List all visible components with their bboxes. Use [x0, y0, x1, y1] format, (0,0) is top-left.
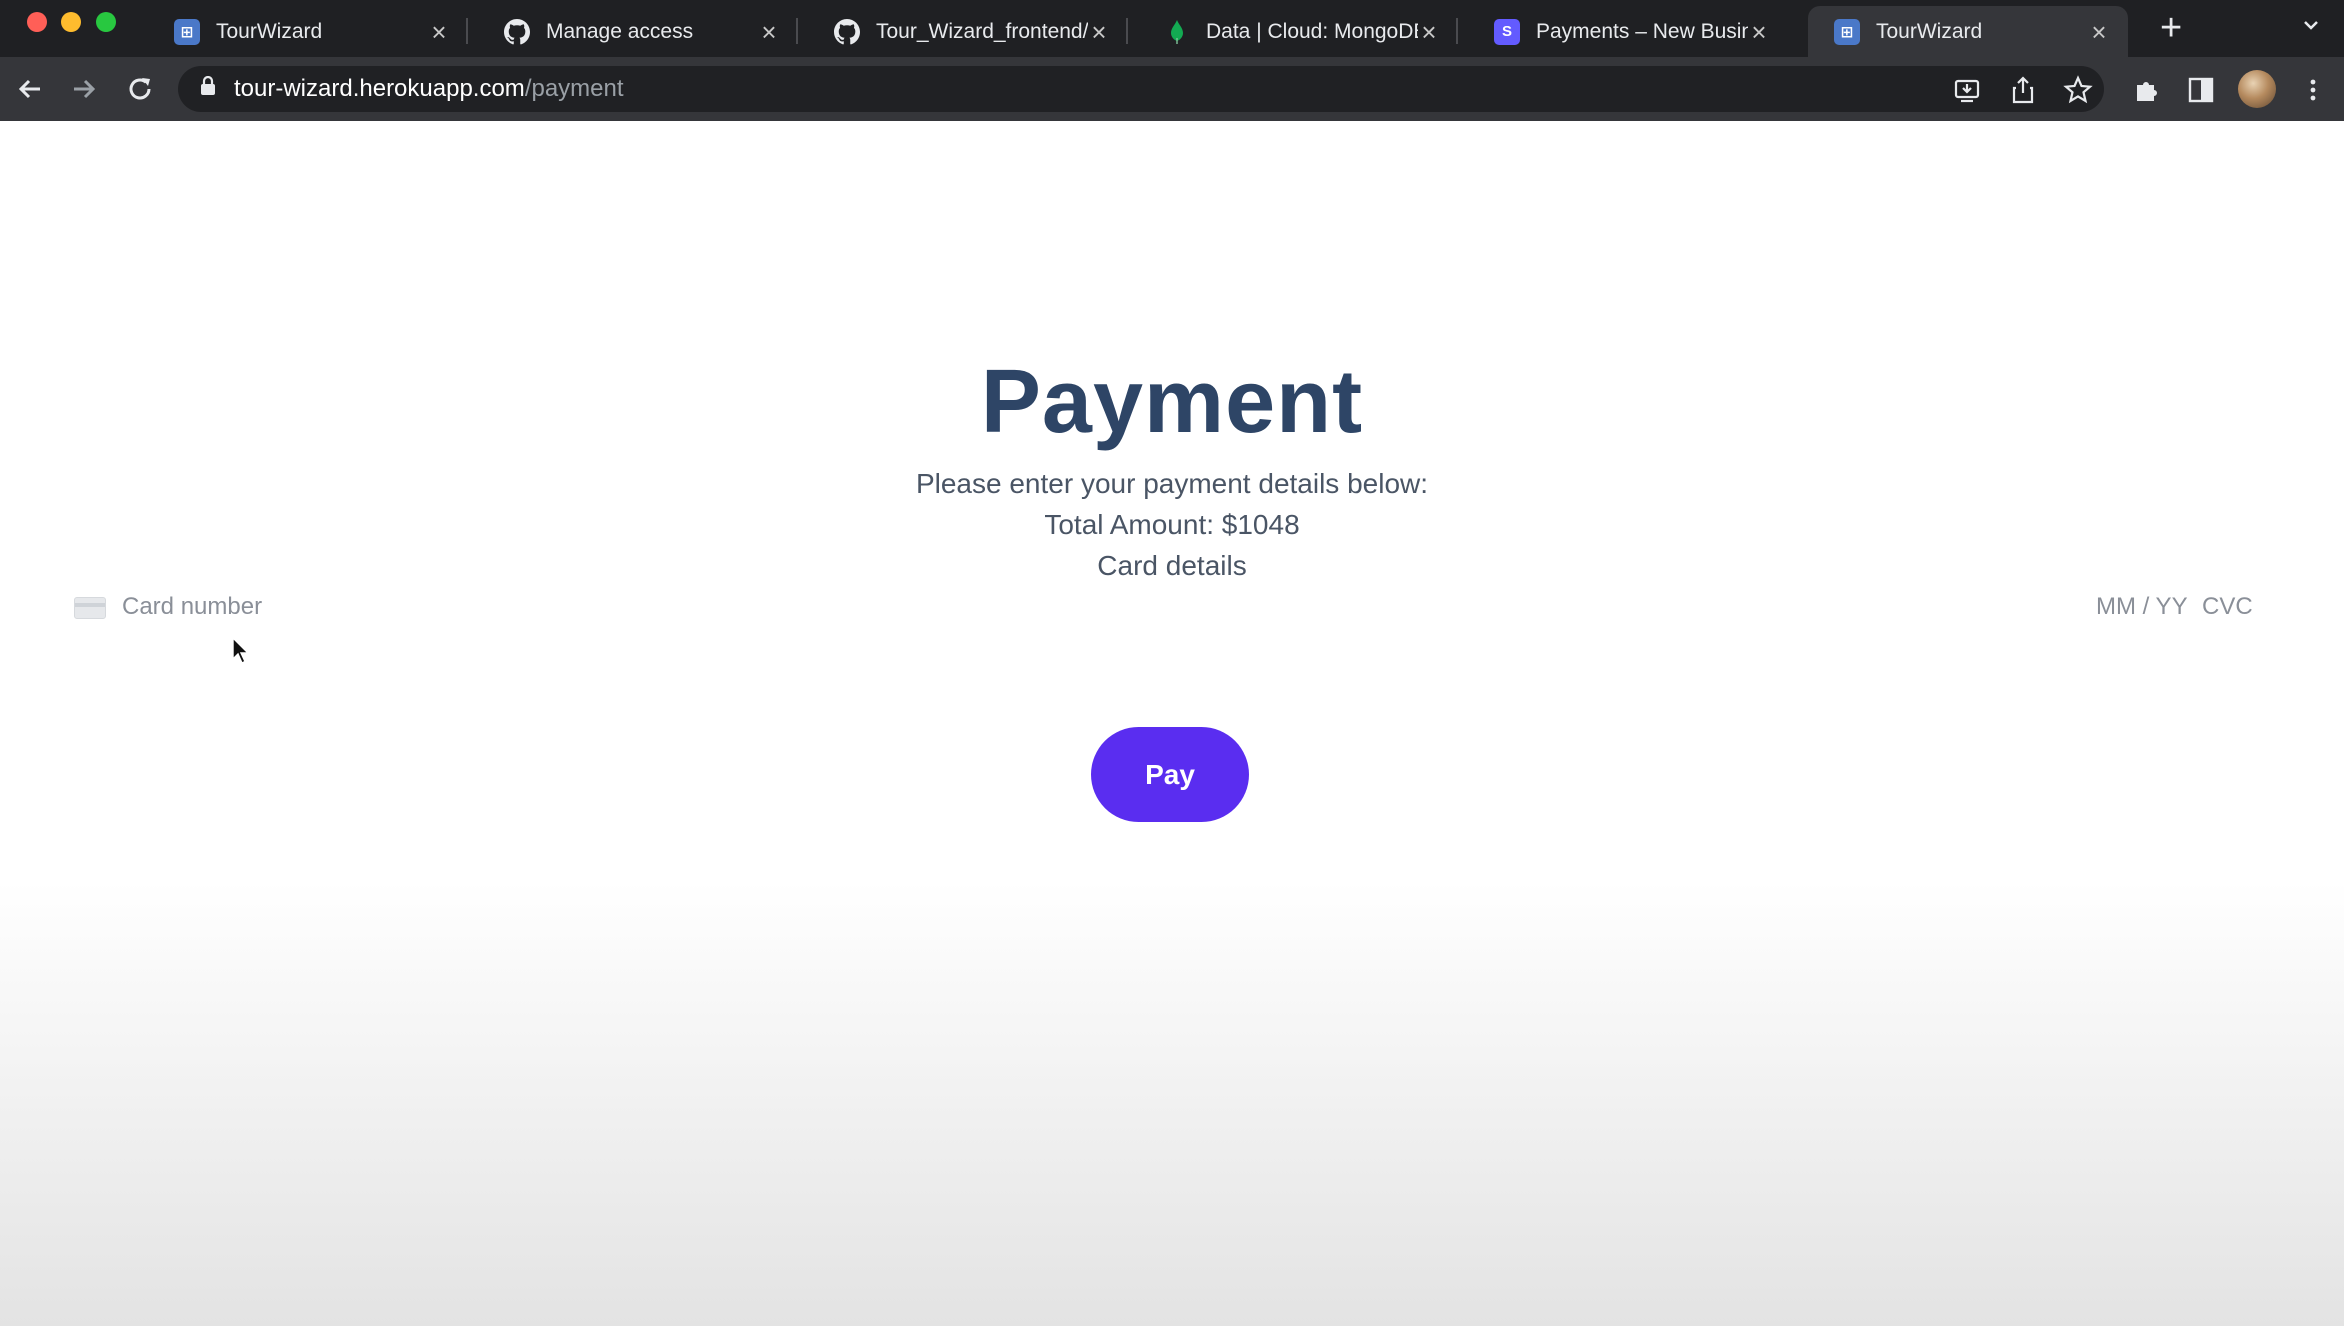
kebab-menu-icon[interactable] — [2298, 75, 2328, 105]
expiry-input[interactable]: MM / YY — [2096, 593, 2188, 621]
profile-avatar[interactable] — [2238, 70, 2276, 108]
close-tab-icon[interactable]: × — [758, 19, 780, 45]
back-arrow-icon[interactable] — [14, 73, 46, 105]
payment-page: Payment Please enter your payment detail… — [0, 121, 2344, 1326]
reload-icon[interactable] — [124, 73, 156, 105]
install-app-icon[interactable] — [1952, 75, 1982, 105]
bookmark-star-icon[interactable] — [2063, 75, 2093, 105]
tab-tour-wizard-frontend[interactable]: Tour_Wizard_frontend/ × — [808, 6, 1128, 57]
close-tab-icon[interactable]: × — [2088, 19, 2110, 45]
address-bar[interactable]: tour-wizard.herokuapp.com/payment — [178, 66, 2104, 112]
lock-icon[interactable] — [200, 75, 216, 103]
share-icon[interactable] — [2008, 75, 2038, 105]
minimize-window-button[interactable] — [61, 12, 81, 32]
tab-mongodb[interactable]: Data | Cloud: MongoDB × — [1138, 6, 1458, 57]
tourwizard-favicon-icon: ⊞ — [174, 18, 200, 45]
browser-window: ⊞ TourWizard × Manage access × Tour_Wiza… — [0, 0, 2344, 1326]
mouse-cursor-icon — [232, 636, 250, 670]
github-icon — [834, 18, 860, 45]
page-title: Payment — [980, 352, 1364, 452]
url-path: /payment — [524, 75, 624, 102]
tab-title: Data | Cloud: MongoDB — [1206, 19, 1418, 43]
tab-title: Tour_Wizard_frontend/ — [876, 19, 1088, 43]
pay-button[interactable]: Pay — [1091, 727, 1249, 822]
total-amount: Total Amount: $1048 — [1044, 509, 1300, 540]
tab-separator — [1456, 18, 1458, 44]
tab-search-chevron-icon[interactable] — [2300, 14, 2322, 41]
close-window-button[interactable] — [27, 12, 47, 32]
tab-title: Manage access — [546, 19, 694, 43]
maximize-window-button[interactable] — [96, 12, 116, 32]
tourwizard-favicon-icon: ⊞ — [1834, 18, 1860, 45]
credit-card-icon — [74, 597, 106, 619]
close-tab-icon[interactable]: × — [428, 19, 450, 45]
forward-arrow-icon[interactable] — [68, 73, 100, 105]
tab-tourwizard-1[interactable]: ⊞ TourWizard × — [148, 6, 468, 57]
tab-tourwizard-active[interactable]: ⊞ TourWizard × — [1808, 6, 2128, 57]
tab-title: TourWizard — [216, 19, 323, 43]
tab-separator — [796, 18, 798, 44]
browser-toolbar: tour-wizard.herokuapp.com/payment — [0, 57, 2344, 121]
card-element[interactable]: Card number MM / YY CVC — [74, 587, 2254, 625]
cvc-input[interactable]: CVC — [2202, 593, 2253, 621]
close-tab-icon[interactable]: × — [1088, 19, 1110, 45]
url-host: tour-wizard.herokuapp.com — [234, 75, 525, 102]
extensions-puzzle-icon[interactable] — [2132, 75, 2162, 105]
tab-title: TourWizard — [1876, 19, 1983, 43]
tab-separator — [466, 18, 468, 44]
tab-separator — [1126, 18, 1128, 44]
tab-strip: ⊞ TourWizard × Manage access × Tour_Wiza… — [0, 0, 2344, 57]
tab-stripe-payments[interactable]: S Payments – New Busin × — [1468, 6, 1788, 57]
tab-manage-access[interactable]: Manage access × — [478, 6, 798, 57]
mongodb-leaf-icon — [1164, 19, 1190, 45]
close-tab-icon[interactable]: × — [1418, 19, 1440, 45]
stripe-icon: S — [1494, 18, 1520, 45]
github-icon — [504, 18, 530, 45]
card-details-label: Card details — [1097, 550, 1247, 581]
close-tab-icon[interactable]: × — [1748, 19, 1770, 45]
card-number-input[interactable]: Card number — [122, 593, 262, 621]
payment-instruction: Please enter your payment details below: — [915, 468, 1429, 499]
tab-title: Payments – New Busin — [1536, 19, 1748, 43]
side-panel-icon[interactable] — [2186, 75, 2216, 105]
new-tab-button[interactable]: + — [2160, 9, 2182, 47]
